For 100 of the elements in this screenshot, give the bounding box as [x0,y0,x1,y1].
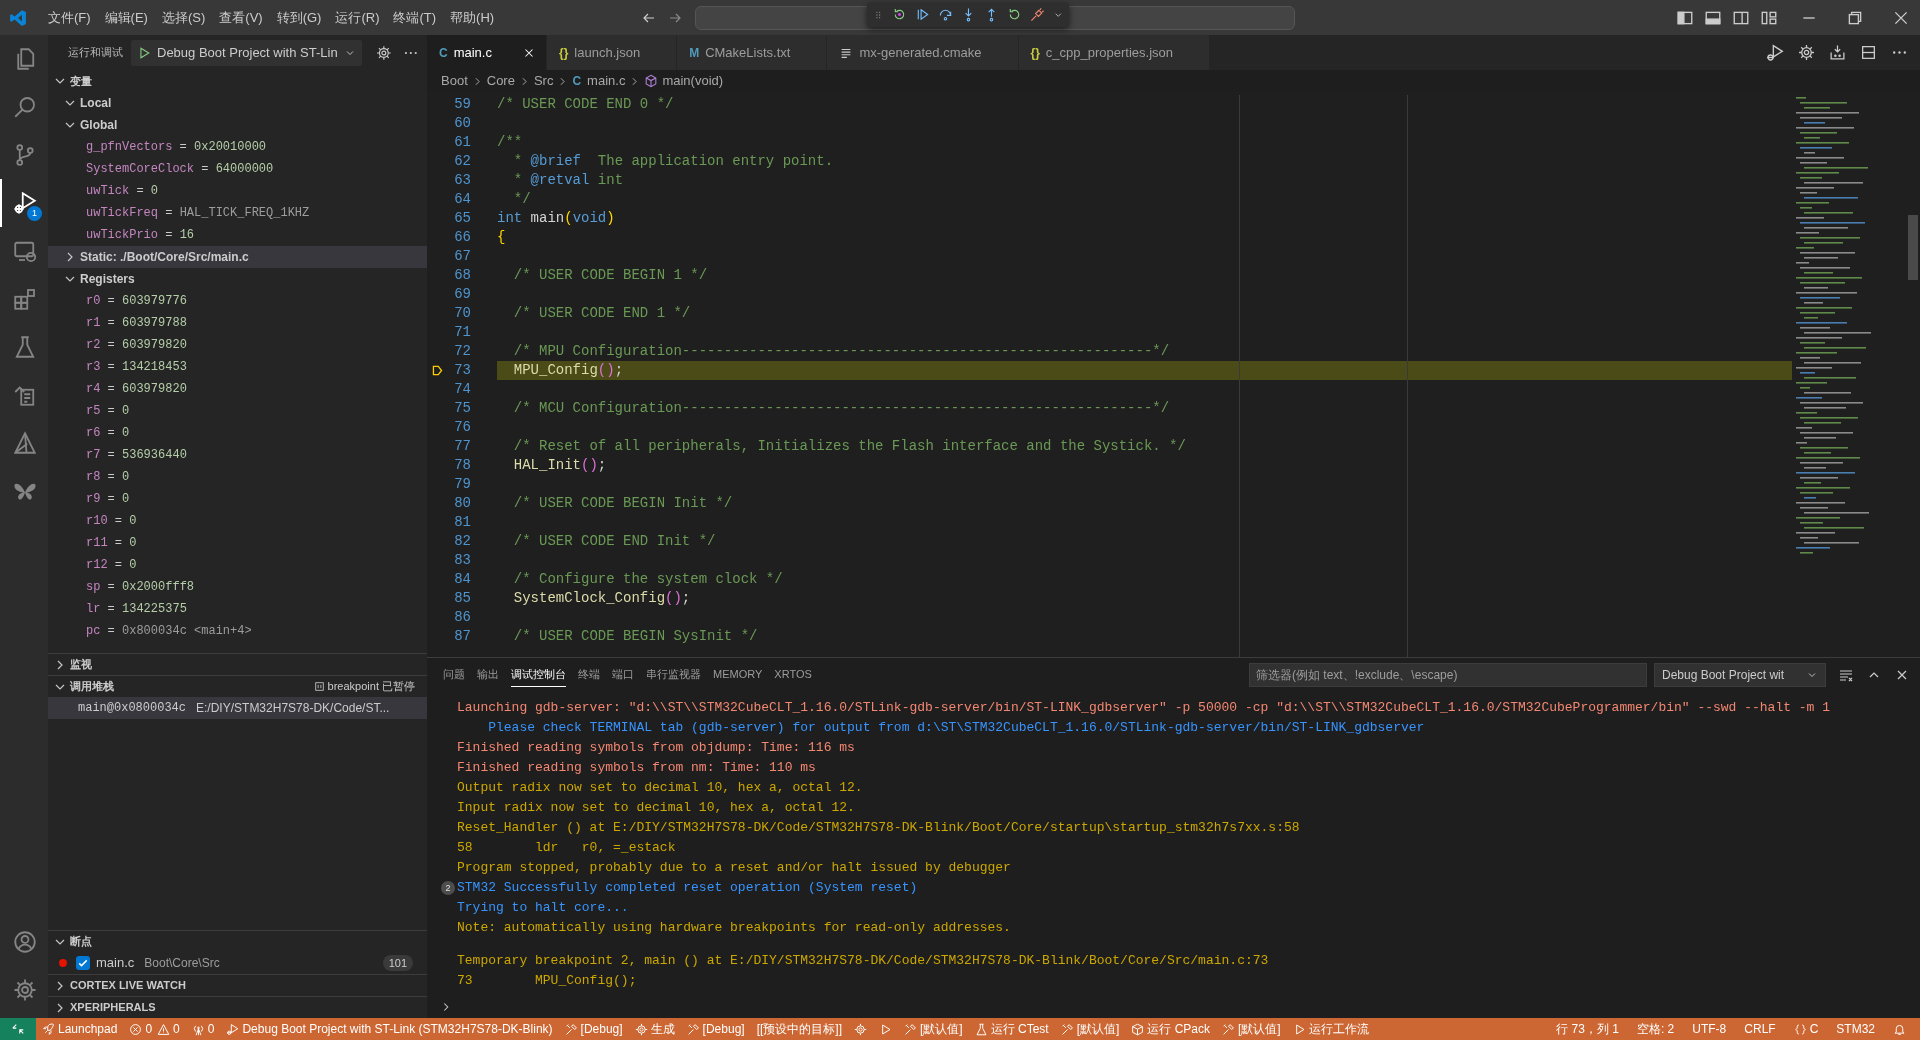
config-dropdown[interactable]: Debug Boot Project with ST-Lin [131,39,362,66]
status-item[interactable]: 空格: 2 [1630,1018,1681,1040]
stack-frame[interactable]: main@0x0800034c E:/DIY/STM32H7S78-DK/Code/ST... [48,697,427,719]
scrollbar-thumb[interactable] [1908,215,1918,280]
menu-item[interactable]: 文件(F) [41,7,98,28]
status-item[interactable]: [Debug] [558,1018,629,1040]
editor-tab[interactable]: {} launch.json [547,35,678,70]
variable-row[interactable]: r0 = 603979776 [48,290,427,312]
status-item[interactable]: 生成 [628,1018,681,1040]
panel-tab[interactable]: 端口 [612,662,634,687]
settings-icon[interactable] [375,44,392,61]
menu-item[interactable]: 选择(S) [154,7,213,28]
code-line: /* Configure the system clock */ [512,570,784,589]
editor-tab[interactable]: mx-generated.cmake [827,35,1019,70]
status-item[interactable]: Debug Boot Project with ST-Link (STM32H7S78-DK-Blink) [220,1018,559,1040]
split-icon[interactable] [1860,44,1877,61]
download-icon[interactable] [1829,44,1846,61]
menu-item[interactable]: 运行(R) [328,7,387,28]
menu-item[interactable]: 编辑(E) [97,7,155,28]
scope-row[interactable]: Static: ./Boot/Core/Src/main.c [48,246,427,268]
checkbox[interactable] [76,956,90,970]
variable-row[interactable]: r8 = 0 [48,466,427,488]
variable-row[interactable]: r5 = 0 [48,400,427,422]
status-item[interactable]: [默认值] [898,1018,969,1040]
panel-tab[interactable]: 输出 [477,662,499,687]
flask-icon [974,1022,988,1036]
status-item[interactable]: C [1787,1018,1825,1040]
tools-icon [1222,1022,1236,1036]
variable-row[interactable]: uwTickPrio = 16 [48,224,427,246]
panel-tab[interactable]: 问题 [443,662,465,687]
variable-row[interactable]: r9 = 0 [48,488,427,510]
variable-row[interactable]: r11 = 0 [48,532,427,554]
status-item[interactable]: 运行 CPack [1125,1018,1217,1040]
variable-row[interactable]: uwTickFreq = HAL_TICK_FREQ_1KHZ [48,202,427,224]
editor-tab[interactable]: {} c_cpp_properties.json [1018,35,1211,70]
section-header[interactable]: 变量 [48,70,427,92]
blocks-icon [13,287,37,311]
panel-tab[interactable]: 终端 [578,662,600,687]
variable-row[interactable]: SystemCoreClock = 64000000 [48,158,427,180]
status-item[interactable]: 运行工作流 [1286,1018,1375,1040]
breadcrumb-item[interactable]: C main.c [572,71,626,91]
status-item[interactable]: Launchpad [36,1018,124,1040]
menu-item[interactable]: 帮助(H) [443,7,502,28]
remote-button[interactable] [0,1018,36,1040]
line-number: 63 [453,171,471,190]
section-header[interactable]: 监视 [48,653,427,675]
breadcrumb-item[interactable]: Src [533,71,554,91]
panel-tab[interactable]: XRTOS [774,662,812,687]
variable-row[interactable]: r10 = 0 [48,510,427,532]
variable-row[interactable]: pc = 0x800034c <main+4> [48,620,427,642]
console-line: Note: automatically using hardware breakpoints for read-only addresses. [457,919,1011,937]
editor-tab[interactable]: C main.c [427,35,547,70]
branch-icon [13,143,37,167]
menu-item[interactable]: 终端(T) [386,7,444,28]
file-type-icon: C [439,43,448,62]
status-item[interactable]: UTF-8 [1686,1018,1733,1040]
variable-row[interactable]: r2 = 603979820 [48,334,427,356]
status-item[interactable]: [Debug] [680,1018,751,1040]
scope-row[interactable]: Global [48,114,427,136]
section-header[interactable]: CORTEX LIVE WATCH [48,974,427,996]
menu-item[interactable]: 转到(G) [269,7,329,28]
variable-row[interactable]: sp = 0x2000fff8 [48,576,427,598]
status-item[interactable]: [默认值] [1054,1018,1126,1040]
session-dropdown[interactable]: Debug Boot Project wit [1654,662,1826,687]
breadcrumb-item[interactable]: Boot [441,71,468,91]
variable-row[interactable]: lr = 134225375 [48,598,427,620]
panel-tab[interactable]: MEMORY [713,662,763,687]
settings-icon[interactable] [1798,44,1815,61]
variable-row[interactable]: r1 = 603979788 [48,312,427,334]
breakpoint-row[interactable]: main.c Boot\Core\Src 101 [48,952,427,974]
filter-field[interactable]: 筛选器(例如 text、!exclude、\escape) [1249,662,1647,687]
status-item[interactable]: 运行 CTest [968,1018,1055,1040]
variable-row[interactable]: uwTick = 0 [48,180,427,202]
scope-row[interactable]: Registers [48,268,427,290]
status-item[interactable]: CRLF [1738,1018,1782,1040]
status-item[interactable]: [默认值] [1216,1018,1287,1040]
breadcrumb-item[interactable]: Core [486,71,515,91]
panel-tab[interactable]: 串行监视器 [646,662,701,687]
line-number: 83 [453,551,471,570]
status-item[interactable]: 0 0 [123,1018,186,1040]
line-number: 64 [453,190,471,209]
variable-row[interactable]: r3 = 134218453 [48,356,427,378]
status-item[interactable]: STM32 [1830,1018,1881,1040]
status-item[interactable]: 行 73，列 1 [1550,1018,1625,1040]
variable-row[interactable]: r4 = 603979820 [48,378,427,400]
console-line: Output radix now set to decimal 10, hex a, octal 12. [457,779,863,797]
plug-icon[interactable] [1029,6,1045,23]
variable-row[interactable]: g_pfnVectors = 0x20010000 [48,136,427,158]
menu-item[interactable]: 查看(V) [212,7,270,28]
status-item[interactable]: [[预设中的目标]] [750,1018,848,1040]
variable-row[interactable]: r7 = 536936440 [48,444,427,466]
status-item[interactable]: 0 [185,1018,221,1040]
panel-tab[interactable]: 调试控制台 [511,662,566,687]
variable-row[interactable]: r6 = 0 [48,422,427,444]
play-bug-icon[interactable] [1766,43,1784,62]
scope-row[interactable]: Local [48,92,427,114]
editor-tab[interactable]: M CMakeLists.txt [677,35,828,70]
variable-row[interactable]: r12 = 0 [48,554,427,576]
breadcrumb-item[interactable]: main(void) [644,71,724,91]
section-header[interactable]: 断点 [48,930,427,952]
